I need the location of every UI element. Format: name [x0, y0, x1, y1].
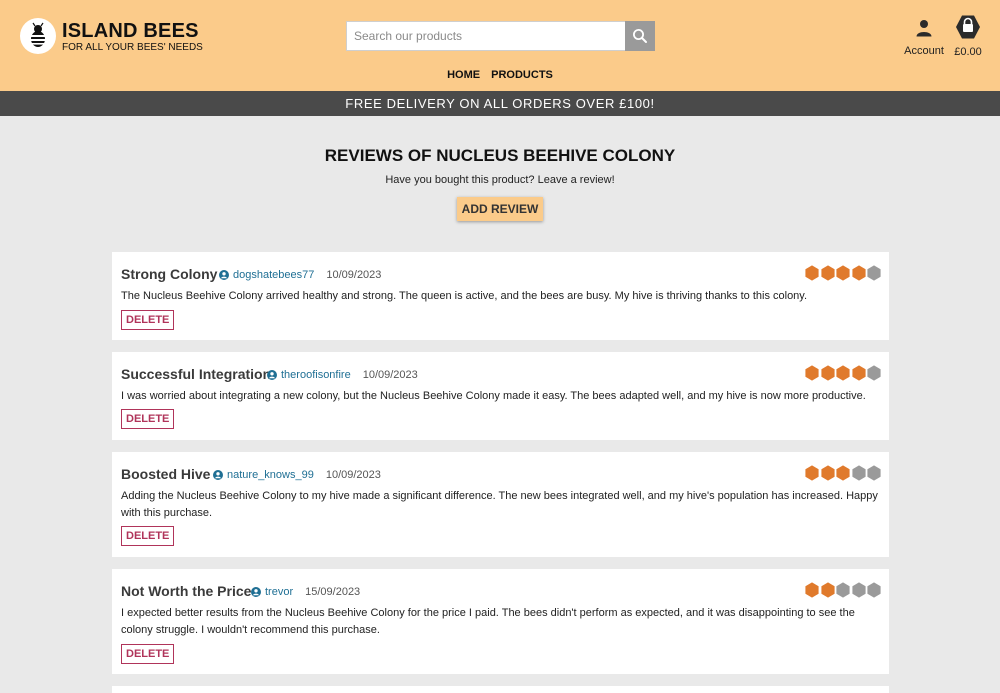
- account-label: Account: [904, 45, 944, 57]
- delete-review-button[interactable]: DELETE: [121, 526, 175, 546]
- review-date: 10/09/2023: [326, 269, 382, 281]
- review-date: 10/09/2023: [362, 369, 418, 381]
- hexagon-filled-icon: [805, 582, 819, 598]
- review-body: The Nucleus Beehive Colony arrived healt…: [121, 290, 808, 302]
- review-card: [112, 686, 889, 693]
- review-meta: dogshatebees77 10/09/2023: [219, 269, 381, 281]
- user-circle-icon: [251, 587, 261, 597]
- review-body: I was worried about integrating a new co…: [121, 390, 866, 402]
- review-meta: nature_knows_99 10/09/2023: [213, 469, 381, 481]
- delete-review-button[interactable]: DELETE: [121, 310, 175, 330]
- hexagon-empty-icon: [867, 582, 881, 598]
- review-card: Not Worth the Price trevor 15/09/2023 I exp…: [112, 569, 889, 674]
- add-review-button[interactable]: ADD REVIEW: [457, 197, 543, 221]
- basket-icon: [956, 15, 980, 39]
- user-circle-icon: [219, 270, 229, 280]
- review-title: Strong Colony: [121, 266, 218, 282]
- page-title: REVIEWS OF NUCLEUS BEEHIVE COLONY: [324, 146, 676, 165]
- search-bar: [346, 21, 655, 51]
- delete-review-button[interactable]: DELETE: [121, 644, 175, 664]
- review-body: Adding the Nucleus Beehive Colony to my …: [121, 490, 878, 519]
- review-card: Successful Integration theroofisonfire 10/…: [112, 352, 889, 440]
- account-link[interactable]: Account: [902, 19, 946, 57]
- brand-tagline: FOR ALL YOUR BEES' NEEDS: [62, 42, 203, 53]
- review-username[interactable]: trevor: [265, 586, 293, 598]
- basket-link[interactable]: £0.00: [952, 14, 984, 58]
- basket-total: £0.00: [954, 46, 982, 58]
- nav-item-products[interactable]: PRODUCTS: [491, 69, 553, 81]
- user-circle-icon: [213, 470, 223, 480]
- main-nav: HOME PRODUCTS: [0, 69, 1000, 81]
- hexagon-empty-icon: [851, 582, 866, 598]
- review-meta: theroofisonfire 10/09/2023: [267, 369, 418, 381]
- review-title: Successful Integration: [121, 366, 272, 382]
- hexagon-filled-icon: [820, 465, 835, 481]
- hexagon-empty-icon: [867, 465, 881, 481]
- review-title: Not Worth the Price: [121, 583, 252, 599]
- bee-logo-icon[interactable]: [20, 18, 56, 54]
- review-username[interactable]: theroofisonfire: [281, 369, 351, 381]
- brand-name[interactable]: ISLAND BEES: [62, 20, 199, 43]
- review-date: 15/09/2023: [305, 586, 361, 598]
- user-circle-icon: [267, 370, 277, 380]
- hexagon-empty-icon: [851, 465, 866, 481]
- site-header: ISLAND BEES FOR ALL YOUR BEES' NEEDS Acc…: [0, 0, 1000, 91]
- hexagon-filled-icon: [836, 365, 850, 381]
- hexagon-filled-icon: [836, 265, 850, 281]
- search-icon: [633, 29, 647, 43]
- hexagon-empty-icon: [867, 365, 881, 381]
- review-date: 10/09/2023: [325, 469, 381, 481]
- review-meta: trevor 15/09/2023: [251, 586, 360, 598]
- hexagon-filled-icon: [805, 365, 819, 381]
- review-card: Strong Colony dogshatebees77 10/09/2023 The…: [112, 252, 889, 340]
- search-input[interactable]: [346, 21, 625, 51]
- hexagon-filled-icon: [836, 465, 850, 481]
- hexagon-filled-icon: [820, 265, 835, 281]
- hexagon-empty-icon: [867, 265, 881, 281]
- hexagon-filled-icon: [820, 365, 835, 381]
- hexagon-empty-icon: [836, 582, 850, 598]
- search-button[interactable]: [625, 21, 655, 51]
- hexagon-filled-icon: [851, 365, 866, 381]
- page-subtitle: Have you bought this product? Leave a re…: [385, 174, 615, 186]
- review-body: I expected better results from the Nucle…: [121, 607, 855, 636]
- hexagon-filled-icon: [851, 265, 866, 281]
- delivery-banner: FREE DELIVERY ON ALL ORDERS OVER £100!: [0, 91, 1000, 116]
- review-username[interactable]: nature_knows_99: [227, 469, 314, 481]
- nav-item-home[interactable]: HOME: [447, 69, 480, 81]
- delete-review-button[interactable]: DELETE: [121, 409, 175, 429]
- review-card: Boosted Hive nature_knows_99 10/09/2023 Add…: [112, 452, 889, 557]
- user-icon: [916, 20, 932, 37]
- hexagon-filled-icon: [820, 582, 835, 598]
- hexagon-filled-icon: [805, 465, 819, 481]
- review-username[interactable]: dogshatebees77: [233, 269, 314, 281]
- hexagon-filled-icon: [805, 265, 819, 281]
- review-title: Boosted Hive: [121, 466, 211, 482]
